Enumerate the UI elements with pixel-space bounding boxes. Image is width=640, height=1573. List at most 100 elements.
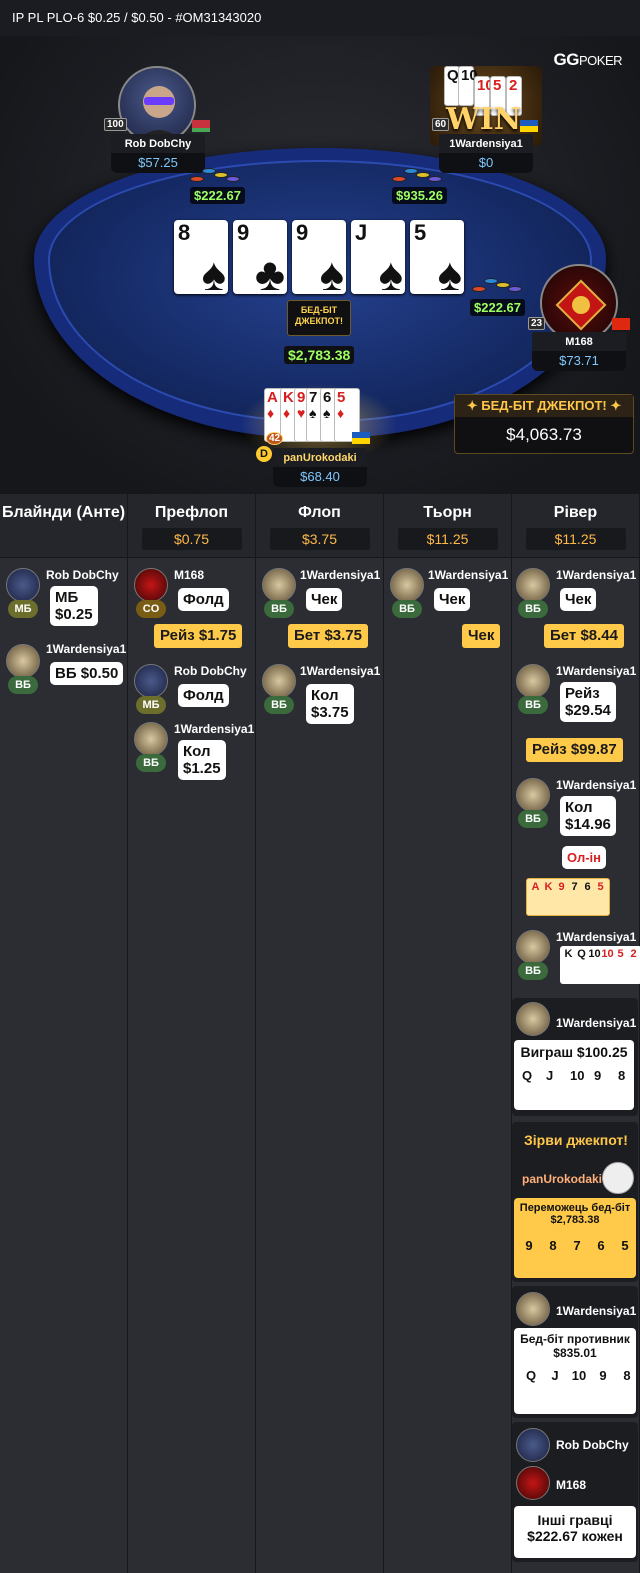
avatar-1wardensiya1[interactable]: [516, 1002, 550, 1036]
dealer-button: D: [256, 446, 272, 462]
seat-stack: $73.71: [532, 351, 626, 371]
action-bubble: Чек: [434, 588, 471, 611]
column-title: Префлоп: [154, 504, 229, 521]
bet-amount: $222.67: [470, 299, 525, 316]
board-card: 9 ♠: [292, 220, 346, 297]
jackpot-value: $4,063.73: [506, 425, 582, 444]
column-title: Блайнди (Анте): [1, 504, 126, 521]
raise-badge: Рейз $99.87: [526, 738, 623, 762]
bb-opponent-box: Бед-біт противник $835.01 Q J 10 9 8: [514, 1328, 636, 1414]
board-card: 8 ♠: [174, 220, 228, 297]
win-cards: Q J 10 9 8: [522, 1068, 626, 1083]
position-badge: ВБ: [518, 962, 548, 980]
chip-stack-icon: [190, 160, 242, 186]
chip-stack-icon: [392, 160, 444, 186]
win-label: WIN: [446, 102, 522, 137]
player-name: 1Wardensiya1: [556, 664, 637, 678]
position-badge: МБ: [8, 600, 38, 618]
action-bubble: Кол $3.75: [306, 684, 354, 724]
position-badge: ВБ: [392, 600, 422, 618]
player-name: Rob DobChy: [174, 664, 247, 678]
avatar-1wardensiya1[interactable]: [262, 664, 296, 698]
flag-icon: [352, 432, 370, 444]
avatar-1wardensiya1[interactable]: [516, 664, 550, 698]
avatar-1wardensiya1[interactable]: [516, 1292, 550, 1326]
others-box: Інші гравці $222.67 кожен: [514, 1506, 636, 1558]
board-card: J ♠: [351, 220, 405, 297]
hand-history: Блайнди (Анте) Префлоп $0.75 Флоп $3.75 Ть…: [0, 494, 640, 1573]
seat-stack: $68.40: [273, 467, 367, 487]
avatar-rob-dobchy[interactable]: [118, 66, 196, 144]
player-name: 1Wardensiya1: [46, 642, 127, 656]
flag-icon: [192, 120, 210, 132]
avatar-m168[interactable]: [540, 264, 618, 342]
position-badge: ВБ: [518, 810, 548, 828]
avatar-1wardensiya1[interactable]: [390, 568, 424, 602]
level-badge: 100: [104, 118, 127, 131]
avatar-m168[interactable]: [134, 568, 168, 602]
avatar-1wardensiya1[interactable]: [516, 778, 550, 812]
avatar-rob-dobchy[interactable]: [516, 1428, 550, 1462]
position-badge: ВБ: [518, 696, 548, 714]
villain-hand-shown: K Q 10 10 5 2: [560, 946, 640, 984]
raise-badge: Бет $3.75: [288, 624, 368, 648]
seat-name: panUrokodaki: [273, 448, 367, 468]
avatar-1wardensiya1[interactable]: [516, 930, 550, 964]
trophy-icon: [602, 1162, 634, 1194]
position-badge: ВБ: [264, 696, 294, 714]
column-title: Рівер: [553, 504, 598, 521]
bad-beat-jackpot-panel: ✦ БЕД-БІТ ДЖЕКПОТ! ✦ $4,063.73: [454, 394, 634, 454]
seat-name: Rob DobChy: [111, 134, 205, 154]
seat-stack: $0: [439, 153, 533, 173]
player-name: 1Wardensiya1: [556, 930, 637, 944]
level-badge: 60: [432, 118, 450, 131]
action-bubble: МБ $0.25: [50, 586, 98, 626]
street-pot: $0.75: [141, 528, 242, 550]
action-bubble: Фолд: [178, 588, 229, 611]
board-card: 9 ♣: [233, 220, 287, 297]
hand-header: IP PL PLO-6 $0.25 / $0.50 - #OM31343020: [0, 0, 640, 36]
player-name: 1Wardensiya1: [300, 568, 381, 582]
level-badge: 42: [266, 432, 284, 445]
allin-badge: Ол-ін: [562, 846, 606, 869]
jackpot-player: panUrokodaki: [522, 1172, 603, 1186]
action-bubble: Чек: [306, 588, 343, 611]
win-box: Виграш $100.25 Q J 10 9 8: [514, 1040, 634, 1110]
bet-amount: $935.26: [392, 187, 447, 204]
player-name: 1Wardensiya1: [556, 778, 637, 792]
player-name: 1Wardensiya1: [174, 722, 255, 736]
column-flop: Флоп $3.75: [256, 494, 384, 1573]
other-player-name: Rob DobChy: [556, 1438, 629, 1452]
position-badge: ВБ: [264, 600, 294, 618]
column-preflop: Префлоп $0.75: [128, 494, 256, 1573]
street-pot: $11.25: [525, 528, 626, 550]
avatar-1wardensiya1[interactable]: [262, 568, 296, 602]
position-badge: ВБ: [8, 676, 38, 694]
player-name: Rob DobChy: [46, 568, 119, 582]
flag-icon: [520, 120, 538, 132]
column-title: Тьорн: [423, 504, 472, 521]
column-title: Флоп: [298, 504, 341, 521]
avatar-1wardensiya1[interactable]: [134, 722, 168, 756]
position-badge: ВБ: [518, 600, 548, 618]
avatar-rob-dobchy[interactable]: [134, 664, 168, 698]
hand-title: IP PL PLO-6 $0.25 / $0.50 - #OM31343020: [12, 10, 262, 25]
other-player-name: M168: [556, 1478, 587, 1492]
avatar-rob-dobchy[interactable]: [6, 568, 40, 602]
jackpot-title: ✦ БЕД-БІТ ДЖЕКПОТ! ✦: [455, 395, 633, 417]
action-bubble: Рейз $29.54: [560, 682, 616, 722]
chip-stack-icon: [472, 270, 524, 296]
poker-table-view: GGPOKER 100 Rob DobChy $57.25 Q 10 10 5 …: [0, 36, 640, 494]
winner-name: 1Wardensiya1: [556, 1016, 637, 1030]
action-bubble: Фолд: [178, 684, 229, 707]
column-turn: Тьорн $11.25: [384, 494, 512, 1573]
action-bubble: Чек: [560, 588, 597, 611]
avatar-m168[interactable]: [516, 1466, 550, 1500]
player-name: 1Wardensiya1: [428, 568, 509, 582]
check-badge: Чек: [462, 624, 501, 648]
action-bubble: Кол $1.25: [178, 740, 226, 780]
seat-name: M168: [532, 332, 626, 352]
avatar-1wardensiya1[interactable]: [6, 644, 40, 678]
opp-cards: Q J 10 9 8: [525, 1368, 631, 1383]
avatar-1wardensiya1[interactable]: [516, 568, 550, 602]
